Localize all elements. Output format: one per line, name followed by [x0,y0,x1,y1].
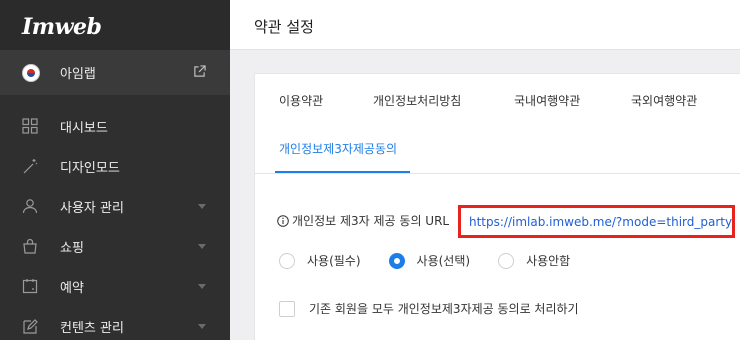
sidebar-item-label: 대시보드 [60,120,108,136]
terms-tabs: 이용약관 개인정보처리방침 국내여행약관 국외여행약관 개인정보제3자제공동의 [255,74,740,174]
radio-label: 사용안함 [526,254,571,268]
radio-button[interactable] [279,252,295,269]
korea-flag-icon [22,63,40,82]
sidebar-item-label: 예약 [60,280,84,296]
imweb-logo[interactable]: Imweb [0,0,230,50]
url-highlight-box: https://imlab.imweb.me/?mode=third_party [458,205,735,238]
tab-domestic-travel-terms[interactable]: 국내여행약관 [514,92,580,109]
info-icon [277,214,289,227]
radio-label: 사용(필수) [307,254,361,268]
chevron-down-icon [198,284,206,289]
sidebar-item-label: 디자인모드 [60,160,120,176]
chevron-down-icon [198,244,206,249]
url-label-row: 개인정보 제3자 제공 동의 URL [277,212,449,229]
sidebar-nav: 대시보드 디자인모드 사용자 관리 쇼핑 예약 컨텐츠 관리 [0,106,230,340]
sidebar-item-label: 사용자 관리 [60,200,124,216]
sidebar-item-reservation[interactable]: 예약 [0,266,230,306]
sidebar-item-dashboard[interactable]: 대시보드 [0,106,230,146]
sidebar-item-design-mode[interactable]: 디자인모드 [0,146,230,186]
sidebar-item-shopping[interactable]: 쇼핑 [0,226,230,266]
magic-wand-icon [22,158,38,174]
checkbox-label: 기존 회원을 모두 개인정보제3자제공 동의로 처리하기 [309,302,579,316]
user-icon [22,198,38,214]
radio-button[interactable] [498,252,515,269]
page-header: 약관 설정 [230,0,740,50]
sidebar-item-user-management[interactable]: 사용자 관리 [0,186,230,226]
radio-not-used[interactable]: 사용안함 [498,252,570,269]
terms-settings-card: 이용약관 개인정보처리방침 국내여행약관 국외여행약관 개인정보제3자제공동의 … [254,73,740,340]
tab-overseas-travel-terms[interactable]: 국외여행약관 [631,92,697,109]
calendar-icon [22,278,38,294]
shopping-bag-icon [22,238,38,254]
existing-members-consent-option[interactable]: 기존 회원을 모두 개인정보제3자제공 동의로 처리하기 [279,300,579,317]
tab-terms-of-use[interactable]: 이용약관 [279,92,323,109]
sidebar: Imweb 아임랩 대시보드 디자인모드 사용자 관리 쇼핑 예약 컨텐츠 관리 [0,0,230,340]
existing-members-consent-checkbox[interactable] [279,300,295,317]
page-title: 약관 설정 [254,18,314,36]
dashboard-grid-icon [22,118,38,134]
chevron-down-icon [198,324,206,329]
tab-privacy-policy[interactable]: 개인정보처리방침 [373,92,461,109]
sidebar-item-label: 컨텐츠 관리 [60,320,124,336]
url-label: 개인정보 제3자 제공 동의 URL [292,214,450,228]
external-link-icon[interactable] [193,65,206,78]
radio-button-checked[interactable] [388,252,405,269]
sidebar-item-content-management[interactable]: 컨텐츠 관리 [0,306,230,340]
edit-icon [22,318,38,334]
tab-third-party-consent[interactable]: 개인정보제3자제공동의 [279,140,397,157]
radio-label: 사용(선택) [416,254,471,268]
chevron-down-icon [198,204,206,209]
radio-required[interactable]: 사용(필수) [279,252,361,269]
active-tab-indicator [275,171,410,173]
sidebar-item-label: 쇼핑 [60,240,84,256]
usage-radio-group: 사용(필수) 사용(선택) 사용안함 [279,252,598,269]
radio-optional[interactable]: 사용(선택) [388,252,471,269]
site-name: 아임랩 [60,67,96,82]
site-selector[interactable]: 아임랩 [0,50,230,95]
third-party-consent-url-link[interactable]: https://imlab.imweb.me/?mode=third_party [469,215,732,229]
